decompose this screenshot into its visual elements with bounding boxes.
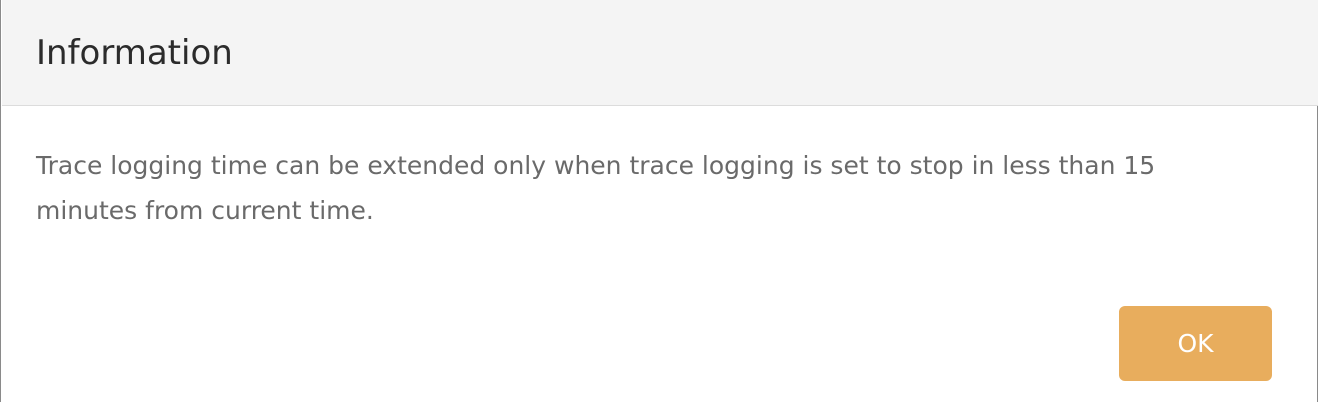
dialog-message: Trace logging time can be extended only … — [36, 151, 1156, 225]
dialog-header: Information — [2, 0, 1318, 106]
dialog-title: Information — [36, 33, 233, 73]
ok-button[interactable]: OK — [1119, 306, 1272, 381]
information-dialog: Information Trace logging time can be ex… — [0, 0, 1318, 402]
